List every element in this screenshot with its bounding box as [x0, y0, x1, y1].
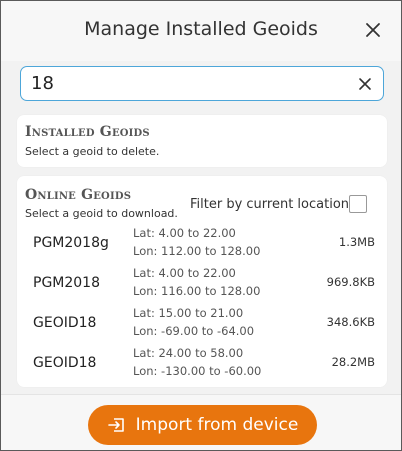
geoid-lat-range: Lat: 4.00 to 22.00: [133, 266, 236, 280]
clear-search-button[interactable]: [356, 75, 374, 93]
dialog-title: Manage Installed Geoids: [84, 18, 318, 40]
import-button-label: Import from device: [135, 415, 299, 435]
online-geoids-title: Online Geoids: [25, 187, 132, 203]
dialog-header: Manage Installed Geoids: [1, 1, 401, 61]
geoid-row[interactable]: GEOID18 Lat: 24.00 to 58.00 Lon: -130.00…: [17, 344, 387, 384]
geoid-row[interactable]: GEOID18 Lat: 15.00 to 21.00 Lon: -69.00 …: [17, 304, 387, 344]
filter-location-label: Filter by current location: [190, 197, 350, 212]
geoid-lon-range: Lon: 112.00 to 128.00: [133, 244, 261, 258]
geoid-lon-range: Lon: 116.00 to 128.00: [133, 284, 261, 298]
geoid-lon-range: Lon: -130.00 to -60.00: [133, 364, 262, 378]
geoid-name: PGM2018g: [33, 235, 109, 251]
geoid-lat-range: Lat: 15.00 to 21.00: [133, 306, 244, 320]
filter-location-checkbox[interactable]: [349, 195, 367, 213]
import-icon: [107, 415, 127, 435]
clear-icon: [359, 78, 371, 90]
geoid-size: 28.2MB: [331, 355, 375, 369]
geoid-lon-range: Lon: -69.00 to -64.00: [133, 324, 255, 338]
close-button[interactable]: [359, 16, 387, 44]
installed-geoids-card: Installed Geoids Select a geoid to delet…: [17, 115, 387, 167]
search-input[interactable]: [31, 71, 331, 96]
search-box: [20, 66, 384, 101]
import-from-device-button[interactable]: Import from device: [88, 405, 317, 445]
geoid-lat-range: Lat: 24.00 to 58.00: [133, 346, 244, 360]
geoid-size: 1.3MB: [338, 235, 375, 249]
manage-geoids-dialog: Manage Installed Geoids Installed Geoids…: [0, 0, 402, 451]
geoid-row[interactable]: PGM2018 Lat: 4.00 to 22.00 Lon: 116.00 t…: [17, 264, 387, 304]
online-geoids-card: Online Geoids Select a geoid to download…: [17, 176, 387, 387]
installed-geoids-title: Installed Geoids: [25, 124, 150, 140]
geoid-size: 348.6KB: [326, 315, 375, 329]
geoid-name: GEOID18: [33, 355, 97, 371]
geoid-row[interactable]: PGM2018g Lat: 4.00 to 22.00 Lon: 112.00 …: [17, 224, 387, 264]
installed-geoids-subtitle: Select a geoid to delete.: [25, 145, 160, 158]
geoid-lat-range: Lat: 4.00 to 22.00: [133, 226, 236, 240]
geoid-name: GEOID18: [33, 315, 97, 331]
geoid-size: 969.8KB: [326, 275, 375, 289]
geoid-name: PGM2018: [33, 275, 100, 291]
dialog-footer: Import from device: [1, 394, 401, 450]
close-icon: [366, 23, 380, 37]
online-geoids-subtitle: Select a geoid to download.: [25, 207, 178, 220]
